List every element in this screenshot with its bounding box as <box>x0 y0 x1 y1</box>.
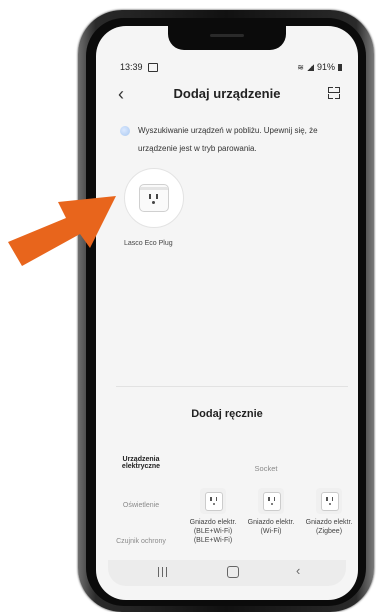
page-header: ‹ Dodaj urządzenie <box>96 84 358 108</box>
socket-label: Gniazdo elektr. (BLE+Wi-Fi) (BLE+Wi-Fi) <box>189 519 237 544</box>
search-status: Wyszukiwanie urządzeń w pobliżu. Upewnij… <box>120 122 342 158</box>
socket-label: Gniazdo elektr. (Zigbee) <box>305 519 353 535</box>
searching-spinner-icon <box>120 126 130 136</box>
pointer-arrow-icon <box>8 196 116 266</box>
socket-icon <box>316 488 342 514</box>
socket-icon <box>200 488 226 514</box>
page-title: Dodaj urządzenie <box>173 86 281 101</box>
category-lighting[interactable]: Oświetlenie <box>110 502 172 509</box>
recents-icon[interactable] <box>158 567 170 577</box>
signal-icon <box>306 63 314 71</box>
gallery-icon <box>148 63 158 72</box>
socket-label: Gniazdo elektr. (Wi-Fi) <box>247 519 295 535</box>
search-text: Wyszukiwanie urządzeń w pobliżu. Upewnij… <box>138 126 318 153</box>
system-nav-bar: ‹ <box>108 560 346 586</box>
section-divider <box>116 386 348 387</box>
found-device[interactable]: Lasco Eco Plug <box>124 168 184 247</box>
manual-add-title: Dodaj ręcznie <box>191 408 263 420</box>
socket-ble-wifi[interactable]: Gniazdo elektr. (BLE+Wi-Fi) (BLE+Wi-Fi) <box>184 488 242 545</box>
device-thumbnail[interactable] <box>124 168 184 228</box>
battery-text: 91% <box>316 62 335 72</box>
socket-icon <box>258 488 284 514</box>
nav-back-icon[interactable]: ‹ <box>296 563 300 578</box>
battery-icon <box>338 63 342 71</box>
device-name: Lasco Eco Plug <box>124 240 173 247</box>
smart-plug-icon <box>139 184 169 212</box>
status-right: ≋ 91% <box>297 62 342 72</box>
socket-heading: Socket <box>254 464 278 473</box>
pointer-arrow-shape <box>8 196 116 266</box>
category-security-sensor[interactable]: Czujnik ochrony <box>110 538 172 545</box>
app-content: 13:39 ≋ 91% ‹ Dodaj urządzenie Wyszukiwa… <box>96 26 358 600</box>
category-electrical[interactable]: Urządzenia elektryczne <box>110 456 172 470</box>
scan-qr-icon[interactable] <box>328 87 340 99</box>
wifi-icon: ≋ <box>297 62 304 72</box>
status-time: 13:39 <box>120 62 143 72</box>
socket-wifi[interactable]: Gniazdo elektr. (Wi-Fi) <box>242 488 300 536</box>
home-icon[interactable] <box>227 566 239 578</box>
status-bar: 13:39 ≋ 91% <box>120 62 342 76</box>
socket-zigbee[interactable]: Gniazdo elektr. (Zigbee) <box>300 488 358 536</box>
